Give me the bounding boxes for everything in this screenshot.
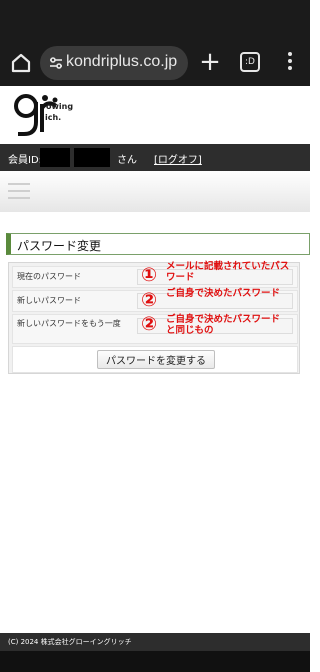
page-title: パスワード変更 [17, 239, 102, 253]
tabs-icon[interactable]: :D [240, 52, 260, 72]
annotation-text-1: メールに記載されていたパスワード [166, 261, 290, 283]
member-id-label: 会員ID: [8, 155, 43, 166]
nav-band [0, 171, 310, 212]
logoff-link[interactable]: [ログオフ] [154, 151, 202, 166]
system-nav-bar [0, 651, 310, 672]
annotation-text-3: ご自身で決めたパスワードと同じもの [166, 314, 281, 336]
status-bar [0, 0, 310, 40]
new-password-label: 新しいパスワード [17, 296, 81, 305]
address-bar[interactable]: kondriplus.co.jp [40, 46, 188, 80]
logo-text-line2: ich. [45, 113, 62, 122]
redacted-name [74, 148, 110, 167]
confirm-password-label: 新しいパスワードをもう一度 [17, 319, 121, 328]
new-tab-icon[interactable]: + [198, 49, 222, 77]
annotation-number-1: ① [141, 264, 158, 286]
more-menu-icon[interactable] [282, 52, 298, 74]
browser-toolbar: kondriplus.co.jp + :D [0, 40, 310, 86]
section-heading: パスワード変更 [6, 233, 310, 255]
annotation-number-2: ② [141, 289, 158, 311]
site-logo[interactable]: owing ich. [12, 92, 82, 140]
site-settings-icon[interactable] [48, 55, 64, 71]
member-suffix: さん [117, 155, 137, 166]
redacted-id [40, 148, 70, 167]
member-bar: 会員ID: さん [ログオフ] [0, 144, 310, 171]
home-icon[interactable] [8, 50, 34, 76]
annotation-number-3: ② [141, 313, 158, 335]
submit-area: パスワードを変更する [12, 346, 298, 373]
copyright-text: (C) 2024 株式会社グローイングリッチ [8, 638, 132, 646]
footer: (C) 2024 株式会社グローイングリッチ [0, 633, 310, 651]
logo-text-line1: owing [46, 102, 74, 111]
current-password-label: 現在のパスワード [17, 272, 81, 281]
hamburger-menu-icon[interactable] [8, 183, 30, 199]
change-password-button[interactable]: パスワードを変更する [97, 350, 215, 369]
url-text: kondriplus.co.jp [66, 53, 178, 70]
annotation-text-2: ご自身で決めたパスワード [166, 288, 281, 299]
